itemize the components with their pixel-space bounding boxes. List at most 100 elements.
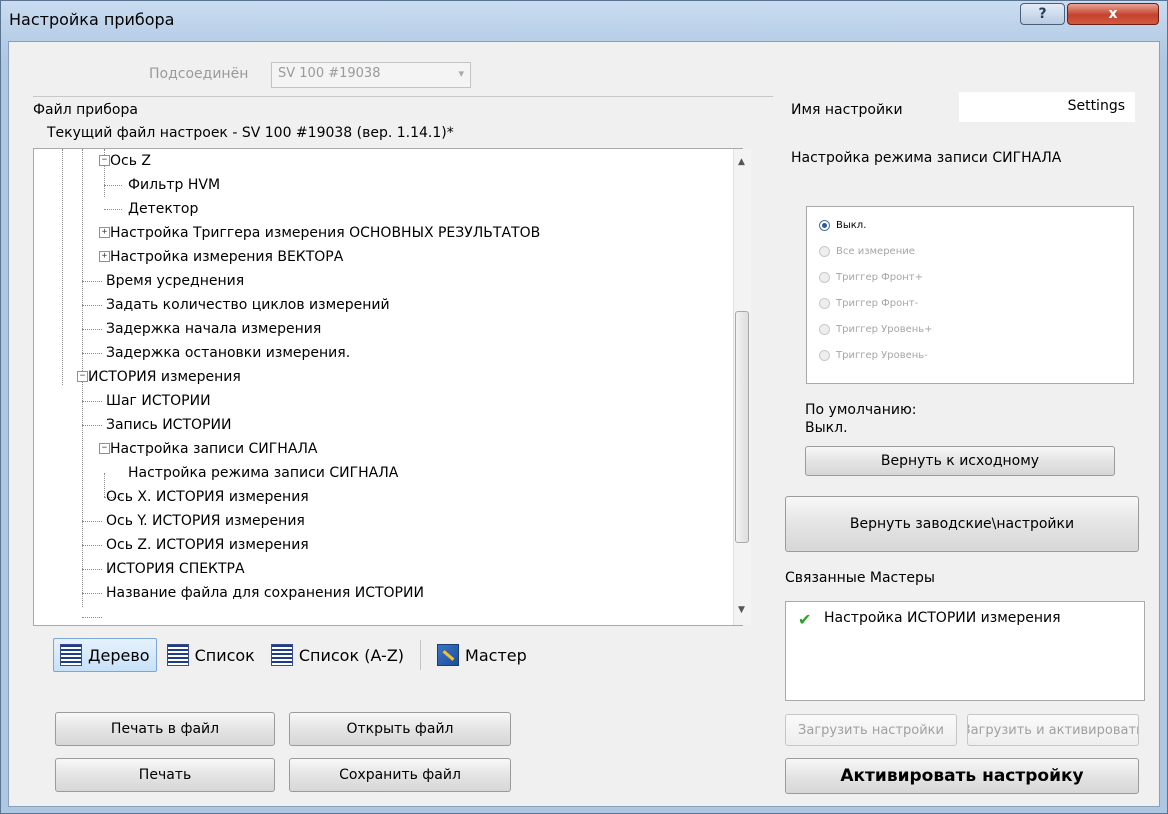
tree-item[interactable]: Название файла для сохранения ИСТОРИИ [106,581,424,605]
record-mode-options: Выкл. Все измерение Триггер Фронт+ Тригг… [806,206,1134,384]
settings-name-field[interactable]: Settings [959,92,1135,122]
radio-icon [819,245,830,257]
tree-item[interactable]: ИСТОРИЯ измерения [88,365,241,389]
toolbar-separator [420,640,422,670]
close-icon: x [1108,6,1118,22]
radio-option: Все измерение [819,242,915,260]
tree-item[interactable]: Фильтр HVM [128,173,220,197]
tree-connector [82,353,102,354]
tree-connector [82,281,102,282]
radio-option: Триггер Уровень+ [819,320,933,338]
help-button[interactable]: ? [1020,3,1065,25]
tree-view-icon [60,644,82,666]
tree-connector [62,149,63,385]
dialog-window: Настройка прибора ? x Подсоединён SV 100… [0,0,1168,814]
tree-item[interactable]: Время усреднения [106,269,244,293]
radio-icon [819,271,830,283]
view-list-az-button[interactable]: Список (A-Z) [265,638,410,672]
expand-icon[interactable]: + [99,227,110,238]
save-file-button[interactable]: Сохранить файл [289,758,511,792]
radio-option: Триггер Фронт- [819,294,918,312]
tree-item[interactable]: Детектор [128,197,198,221]
radio-icon [819,297,830,309]
tree-item[interactable]: Задержка остановки измерения. [106,341,350,365]
tree-connector [82,545,102,546]
device-combo[interactable]: SV 100 #19038 ▾ [271,62,471,88]
radio-icon [819,323,830,335]
tree-item[interactable]: ИСТОРИЯ СПЕКТРА [106,557,245,581]
scrollbar-thumb[interactable] [735,311,749,543]
view-wizard-button[interactable]: Мастер [431,638,533,672]
view-mode-bar: Дерево Список Список (A-Z) Мастер [53,636,537,674]
list-view-icon [166,644,189,666]
tree-item[interactable]: Настройка измерения ВЕКТОРА [110,245,343,269]
tree-item[interactable]: Шаг ИСТОРИИ [106,389,211,413]
activate-settings-button[interactable]: Активировать настройку [785,758,1139,794]
tree-connector [82,521,102,522]
collapse-icon[interactable]: − [77,371,88,382]
tree-item[interactable]: Задать количество циклов измерений [106,293,390,317]
tree-item[interactable]: Ось X. ИСТОРИЯ измерения [106,485,309,509]
tree-connector [82,305,102,306]
print-button[interactable]: Печать [55,758,275,792]
tree-connector [82,377,83,607]
radio-label: Выкл. [836,219,867,231]
tree-connector [82,617,102,618]
factory-reset-button[interactable]: Вернуть заводские\настройки [785,496,1139,552]
radio-label: Триггер Фронт+ [836,271,923,283]
current-file-label: Текущий файл настроек - SV 100 #19038 (в… [47,125,454,141]
radio-selected-icon [819,219,830,231]
load-settings-button: Загрузить настройки [785,714,957,746]
radio-label: Триггер Фронт- [836,297,919,309]
tree-connector [82,593,102,594]
radio-label: Триггер Уровень- [836,349,928,361]
tree-connector [104,185,122,186]
wizard-icon [437,644,460,666]
window-title: Настройка прибора [9,10,175,29]
settings-tree[interactable]: − + + − − Ось Z Фильтр HVM Детектор Наст… [33,148,743,626]
collapse-icon[interactable]: − [99,155,110,166]
tree-item[interactable]: Ось Z [110,149,151,173]
radio-option[interactable]: Выкл. [819,216,866,234]
file-group-divider [33,96,773,97]
scroll-down-icon[interactable]: ▼ [738,605,745,615]
reset-default-button[interactable]: Вернуть к исходному [805,446,1115,476]
radio-option: Триггер Фронт+ [819,268,923,286]
scroll-up-icon[interactable]: ▲ [738,157,745,167]
radio-label: Триггер Уровень+ [836,323,933,335]
view-list-label: Список [194,645,255,665]
collapse-icon[interactable]: − [99,443,110,454]
view-list-button[interactable]: Список [161,638,261,672]
tree-scrollbar[interactable]: ▲ ▼ [733,149,751,625]
device-combo-value: SV 100 #19038 [278,66,381,81]
default-value: Выкл. [805,420,848,436]
tree-connector [82,425,102,426]
master-item[interactable]: Настройка ИСТОРИИ измерения [824,610,1061,626]
sorted-list-icon [270,644,293,666]
tree-item[interactable]: Настройка режима записи СИГНАЛА [128,461,398,485]
tree-connector [82,569,102,570]
tree-item[interactable]: Запись ИСТОРИИ [106,413,231,437]
tree-item[interactable]: Настройка записи СИГНАЛА [110,437,318,461]
radio-label: Все измерение [836,245,915,257]
help-icon: ? [1038,6,1047,22]
linked-masters-list: ✔ Настройка ИСТОРИИ измерения [785,601,1145,701]
dialog-client: Подсоединён SV 100 #19038 ▾ Файл прибора… [8,41,1160,807]
print-to-file-button[interactable]: Печать в файл [55,712,275,746]
tree-item[interactable]: Задержка начала измерения [106,317,321,341]
view-tree-button[interactable]: Дерево [53,638,157,672]
expand-icon[interactable]: + [99,251,110,262]
close-button[interactable]: x [1067,3,1159,25]
connected-label: Подсоединён [149,66,249,82]
tree-item[interactable]: Настройка Триггера измерения ОСНОВНЫХ РЕ… [110,221,540,245]
view-wizard-label: Мастер [465,645,527,665]
section-title: Настройка режима записи СИГНАЛА [791,150,1062,166]
title-bar[interactable]: Настройка прибора ? x [1,1,1167,41]
open-file-button[interactable]: Открыть файл [289,712,511,746]
tree-item[interactable]: Ось Y. ИСТОРИЯ измерения [106,509,305,533]
tree-connector [82,329,102,330]
masters-title: Связанные Мастеры [785,570,935,586]
tree-item[interactable]: Ось Z. ИСТОРИЯ измерения [106,533,309,557]
radio-icon [819,349,830,361]
file-group-label: Файл прибора [33,102,138,118]
